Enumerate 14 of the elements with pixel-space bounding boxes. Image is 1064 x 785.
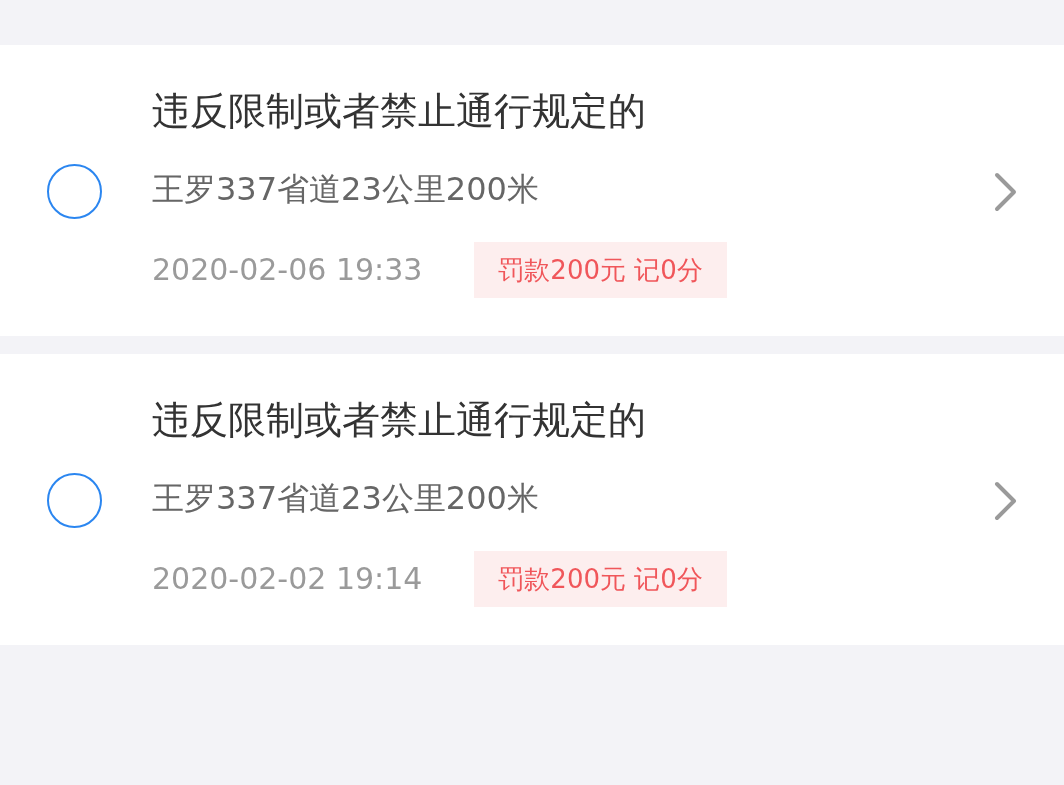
violation-location: 王罗337省道23公里200米 bbox=[152, 168, 540, 210]
violation-location: 王罗337省道23公里200米 bbox=[152, 477, 540, 519]
penalty-tag: 罚款200元 记0分 bbox=[474, 550, 727, 607]
select-radio[interactable] bbox=[47, 473, 102, 528]
violation-title: 违反限制或者禁止通行规定的 bbox=[152, 396, 647, 444]
violation-time: 2020-02-06 19:33 bbox=[152, 252, 423, 287]
violation-title: 违反限制或者禁止通行规定的 bbox=[152, 87, 647, 135]
select-radio[interactable] bbox=[47, 164, 102, 219]
chevron-right-icon bbox=[994, 480, 1018, 521]
chevron-right-icon bbox=[994, 171, 1018, 212]
violation-time: 2020-02-02 19:14 bbox=[152, 561, 423, 596]
violation-card[interactable]: 违反限制或者禁止通行规定的 王罗337省道23公里200米 2020-02-06 19:33 罚款200元 记0分 bbox=[0, 45, 1064, 336]
penalty-tag: 罚款200元 记0分 bbox=[474, 241, 727, 298]
violation-card[interactable]: 违反限制或者禁止通行规定的 王罗337省道23公里200米 2020-02-02 19:14 罚款200元 记0分 bbox=[0, 354, 1064, 645]
